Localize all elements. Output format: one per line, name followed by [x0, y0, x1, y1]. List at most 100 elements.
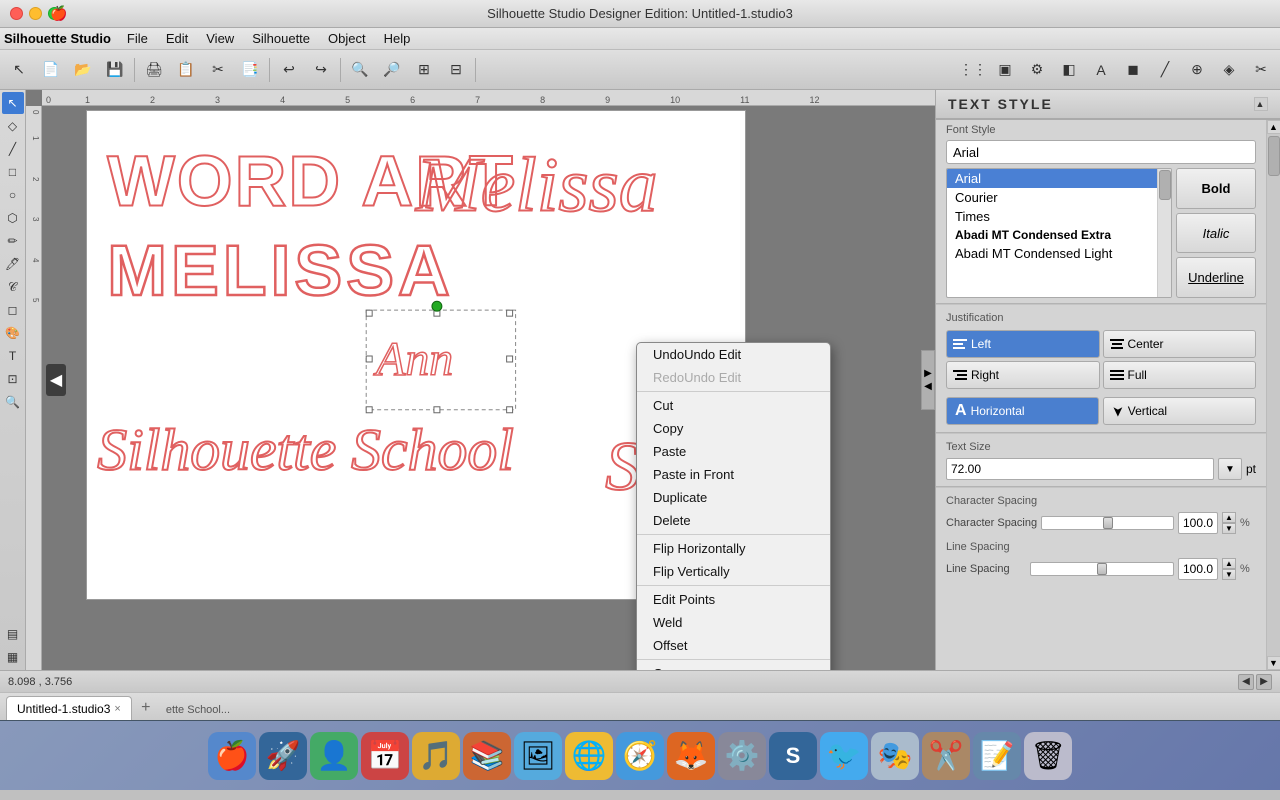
panel-scroll-thumb[interactable] — [1268, 136, 1280, 176]
pointer-tool[interactable]: ↖ — [4, 55, 34, 85]
ctx-group[interactable]: Group — [637, 662, 830, 670]
ctx-offset[interactable]: Offset — [637, 634, 830, 657]
dock-twitter[interactable]: 🐦 — [820, 732, 868, 780]
font-item-abadi-extra[interactable]: Abadi MT Condensed Extra — [947, 226, 1157, 244]
dock-app3[interactable]: ✂️ — [922, 732, 970, 780]
char-spacing-input[interactable] — [1178, 512, 1218, 534]
menu-file[interactable]: File — [119, 29, 156, 48]
font-item-arial[interactable]: Arial — [947, 169, 1157, 188]
calligraphy-tool[interactable]: 𝒞 — [2, 276, 24, 298]
scroll-left-btn[interactable]: ◀ — [46, 364, 66, 396]
font-scrollbar-thumb[interactable] — [1159, 170, 1171, 200]
ctx-undo[interactable]: UndoUndo Edit — [637, 343, 830, 366]
save-btn[interactable]: 💾 — [100, 55, 130, 85]
zoom-out-btn[interactable]: 🔍 — [345, 55, 375, 85]
paint-tool[interactable]: 🎨 — [2, 322, 24, 344]
line-btn[interactable]: ╱ — [1150, 55, 1180, 85]
open-btn[interactable]: 📂 — [68, 55, 98, 85]
select-tool[interactable]: ↖ — [2, 92, 24, 114]
align-btn[interactable]: ⋮⋮ — [958, 55, 988, 85]
pencil-tool[interactable]: ✏ — [2, 230, 24, 252]
dock-books[interactable]: 📚 — [463, 732, 511, 780]
panel-scrollbar[interactable]: ▲ ▼ — [1266, 120, 1280, 670]
just-left-btn[interactable]: Left — [946, 330, 1100, 358]
new-tab-btn[interactable]: + — [136, 698, 156, 718]
canvas-area[interactable]: 0 1 2 3 4 5 6 7 8 9 10 11 12 0 1 2 3 4 5 — [26, 90, 935, 670]
font-search-input[interactable] — [953, 145, 1249, 160]
rect-tool[interactable]: □ — [2, 161, 24, 183]
ctx-weld[interactable]: Weld — [637, 611, 830, 634]
group-btn[interactable]: ▣ — [990, 55, 1020, 85]
panel-scroll-up-btn[interactable]: ▲ — [1267, 120, 1280, 134]
nav-left-btn[interactable]: ◀ — [1238, 674, 1254, 690]
undo-btn[interactable]: ↩ — [274, 55, 304, 85]
line-spacing-down[interactable]: ▼ — [1222, 569, 1236, 580]
node-tool[interactable]: ◇ — [2, 115, 24, 137]
dir-vertical-btn[interactable]: ➤ Vertical — [1103, 397, 1256, 425]
dock-music[interactable]: 🎵 — [412, 732, 460, 780]
dock-calendar[interactable]: 📅 — [361, 732, 409, 780]
fill-btn[interactable]: ◼ — [1118, 55, 1148, 85]
italic-button[interactable]: Italic — [1176, 213, 1256, 254]
just-center-btn[interactable]: Center — [1103, 330, 1257, 358]
polygon-tool[interactable]: ⬡ — [2, 207, 24, 229]
line-spacing-slider[interactable] — [1030, 562, 1174, 576]
new-btn[interactable]: 📄 — [36, 55, 66, 85]
dock-safari[interactable]: 🧭 — [616, 732, 664, 780]
char-spacing-down[interactable]: ▼ — [1222, 523, 1236, 534]
char-spacing-up[interactable]: ▲ — [1222, 512, 1236, 523]
text-size-dropdown[interactable]: ▼ — [1218, 458, 1242, 480]
just-right-btn[interactable]: Right — [946, 361, 1100, 389]
panel-collapse-btn[interactable]: ▲ — [1254, 97, 1268, 111]
panel-expand-btn[interactable]: ▶ ◀ — [921, 350, 935, 410]
copy-btn[interactable]: 📑 — [235, 55, 265, 85]
trace-btn[interactable]: ◈ — [1214, 55, 1244, 85]
font-item-abadi-light[interactable]: Abadi MT Condensed Light — [947, 244, 1157, 263]
dock-app4[interactable]: 📝 — [973, 732, 1021, 780]
ctx-flip-h[interactable]: Flip Horizontally — [637, 537, 830, 560]
bold-button[interactable]: Bold — [1176, 168, 1256, 209]
dock-finder[interactable]: 🍎 — [208, 732, 256, 780]
menu-silhouette[interactable]: Silhouette — [244, 29, 318, 48]
dock-photos[interactable]: 🖼 — [514, 732, 562, 780]
ctx-edit-pts[interactable]: Edit Points — [637, 588, 830, 611]
close-button[interactable] — [10, 7, 23, 20]
dock-launchpad[interactable]: 🚀 — [259, 732, 307, 780]
ctx-flip-v[interactable]: Flip Vertically — [637, 560, 830, 583]
dock-firefox[interactable]: 🦊 — [667, 732, 715, 780]
menu-view[interactable]: View — [198, 29, 242, 48]
zoom-tool[interactable]: 🔍 — [2, 391, 24, 413]
ctx-paste-front[interactable]: Paste in Front — [637, 463, 830, 486]
pen-tool[interactable]: 🖊 — [2, 253, 24, 275]
cut2-btn[interactable]: ✂ — [1246, 55, 1276, 85]
underline-button[interactable]: Underline — [1176, 257, 1256, 298]
ctx-copy[interactable]: Copy — [637, 417, 830, 440]
menu-object[interactable]: Object — [320, 29, 374, 48]
layers-btn[interactable]: ◧ — [1054, 55, 1084, 85]
dir-horizontal-btn[interactable]: A Horizontal — [946, 397, 1099, 425]
print2-btn[interactable]: 📋 — [171, 55, 201, 85]
zoom-sel-btn[interactable]: ⊟ — [441, 55, 471, 85]
panel-scroll-down-btn[interactable]: ▼ — [1267, 656, 1280, 670]
panel-toggle-2[interactable]: ▦ — [2, 646, 24, 668]
dock-trash[interactable]: 🗑 — [1024, 732, 1072, 780]
redo-btn[interactable]: ↪ — [306, 55, 336, 85]
text-size-input[interactable] — [946, 458, 1214, 480]
font-item-times[interactable]: Times — [947, 207, 1157, 226]
text-btn[interactable]: A — [1086, 55, 1116, 85]
line-draw-tool[interactable]: ╱ — [2, 138, 24, 160]
just-full-btn[interactable]: Full — [1103, 361, 1257, 389]
zoom-in-btn[interactable]: 🔎 — [377, 55, 407, 85]
eraser-tool[interactable]: ◻ — [2, 299, 24, 321]
dock-chrome[interactable]: 🌐 — [565, 732, 613, 780]
replicate-btn[interactable]: ⊕ — [1182, 55, 1212, 85]
zoom-fit-btn[interactable]: ⊞ — [409, 55, 439, 85]
cut-btn[interactable]: ✂ — [203, 55, 233, 85]
dock-system-prefs[interactable]: ⚙️ — [718, 732, 766, 780]
tab-close-btn[interactable]: × — [114, 703, 120, 715]
ctx-duplicate[interactable]: Duplicate — [637, 486, 830, 509]
font-item-courier[interactable]: Courier — [947, 188, 1157, 207]
nav-right-btn[interactable]: ▶ — [1256, 674, 1272, 690]
font-list-scrollbar[interactable] — [1157, 169, 1171, 297]
menu-edit[interactable]: Edit — [158, 29, 196, 48]
